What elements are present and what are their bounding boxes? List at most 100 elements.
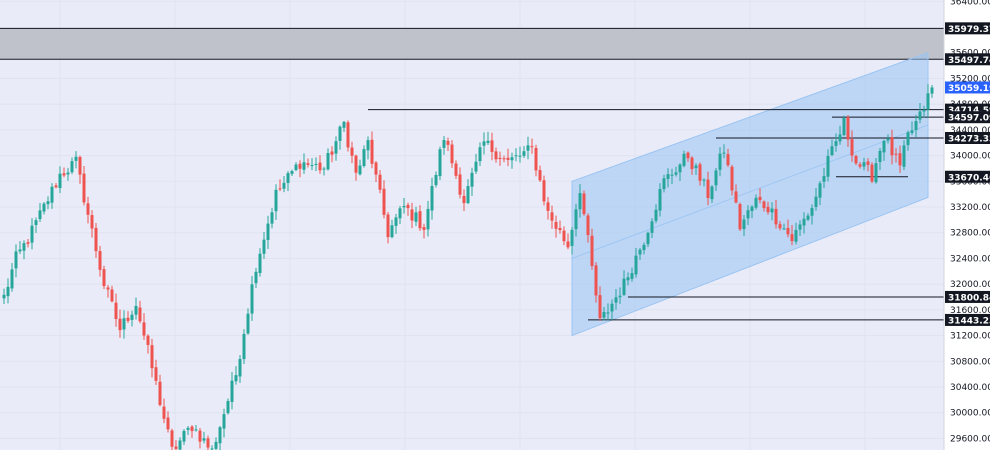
candle-body	[694, 165, 698, 169]
candle-body	[386, 214, 390, 238]
candle-body	[326, 153, 330, 170]
candle-body	[890, 137, 894, 156]
price-tick-label: 31200.00	[950, 332, 990, 342]
candle-body	[842, 117, 846, 136]
candle-body	[654, 209, 658, 221]
candle-body	[650, 221, 654, 233]
candle-body	[374, 162, 378, 175]
candle-body	[522, 151, 526, 156]
chart-canvas[interactable]: 36400.0035600.0035200.0034800.0034400.00…	[0, 0, 990, 450]
candle-body	[18, 249, 22, 252]
candle-body	[898, 153, 902, 166]
price-tag-text: 31800.84	[948, 293, 990, 303]
candle-body	[54, 185, 58, 188]
candle-body	[598, 295, 602, 319]
candle-body	[58, 173, 62, 189]
candle-body	[618, 295, 622, 298]
candle-body	[226, 401, 230, 414]
candle-body	[2, 294, 6, 299]
candle-body	[210, 448, 214, 450]
candle-body	[230, 380, 234, 402]
candle-body	[586, 215, 590, 236]
candle-body	[130, 314, 134, 320]
candle-body	[542, 180, 546, 202]
candle-body	[778, 224, 782, 229]
price-tag-text: 35979.37	[948, 25, 990, 35]
candle-body	[862, 162, 866, 167]
candle-body	[722, 152, 726, 154]
candle-body	[490, 140, 494, 152]
candle-body	[866, 161, 870, 165]
candle-body	[74, 156, 78, 161]
candle-body	[158, 381, 162, 406]
candle-body	[610, 303, 614, 312]
candle-body	[882, 140, 886, 153]
candle-body	[854, 155, 858, 164]
candle-body	[710, 186, 714, 200]
candle-body	[690, 157, 694, 170]
candle-body	[106, 287, 110, 290]
candle-body	[678, 164, 682, 173]
candle-body	[526, 145, 530, 151]
candle-body	[486, 140, 490, 143]
candle-body	[918, 111, 922, 120]
candle-body	[182, 430, 186, 442]
candle-body	[762, 201, 766, 209]
candle-body	[474, 161, 478, 172]
candle-body	[798, 224, 802, 230]
candle-body	[790, 234, 794, 242]
candle-body	[570, 229, 574, 246]
price-tick-label: 29600.00	[950, 434, 990, 444]
candle-body	[770, 208, 774, 213]
candle-body	[162, 406, 166, 419]
candle-body	[806, 215, 810, 220]
candle-body	[638, 249, 642, 255]
candle-body	[714, 170, 718, 186]
candle-body	[434, 174, 438, 186]
candle-body	[278, 188, 282, 190]
candle-body	[342, 121, 346, 128]
candle-body	[426, 208, 430, 230]
candle-body	[178, 440, 182, 450]
candle-body	[718, 153, 722, 170]
candle-body	[150, 345, 154, 369]
candle-body	[114, 302, 118, 320]
candle-body	[502, 158, 506, 160]
candle-body	[50, 186, 54, 203]
candle-body	[126, 317, 130, 321]
candle-body	[562, 230, 566, 242]
candle-body	[206, 438, 210, 448]
candle-body	[66, 172, 70, 175]
candle-body	[302, 162, 306, 170]
candle-body	[122, 318, 126, 330]
candle-body	[322, 168, 326, 170]
candle-body	[478, 147, 482, 162]
candle-body	[642, 244, 646, 251]
candle-body	[34, 220, 38, 226]
candle-body	[26, 242, 30, 244]
candle-body	[574, 209, 578, 230]
candle-body	[550, 212, 554, 221]
chart: 36400.0035600.0035200.0034800.0034400.00…	[0, 0, 990, 450]
price-tick-label: 36400.00	[950, 0, 990, 7]
candle-body	[22, 243, 26, 251]
candle-body	[446, 140, 450, 145]
candle-body	[138, 307, 142, 322]
candle-body	[614, 297, 618, 303]
candle-body	[418, 211, 422, 229]
candle-body	[430, 185, 434, 211]
price-tag-text: 33670.46	[948, 173, 990, 183]
price-tick-label: 34000.00	[950, 152, 990, 162]
candle-body	[666, 174, 670, 179]
candle-body	[830, 146, 834, 156]
candle-body	[266, 223, 270, 240]
candle-body	[442, 140, 446, 148]
candle-body	[174, 446, 178, 449]
candle-body	[878, 150, 882, 162]
candle-body	[794, 229, 798, 242]
candle-body	[238, 359, 242, 377]
candle-body	[394, 217, 398, 226]
candle-body	[86, 203, 90, 215]
candle-body	[382, 188, 386, 215]
candle-body	[30, 225, 34, 243]
